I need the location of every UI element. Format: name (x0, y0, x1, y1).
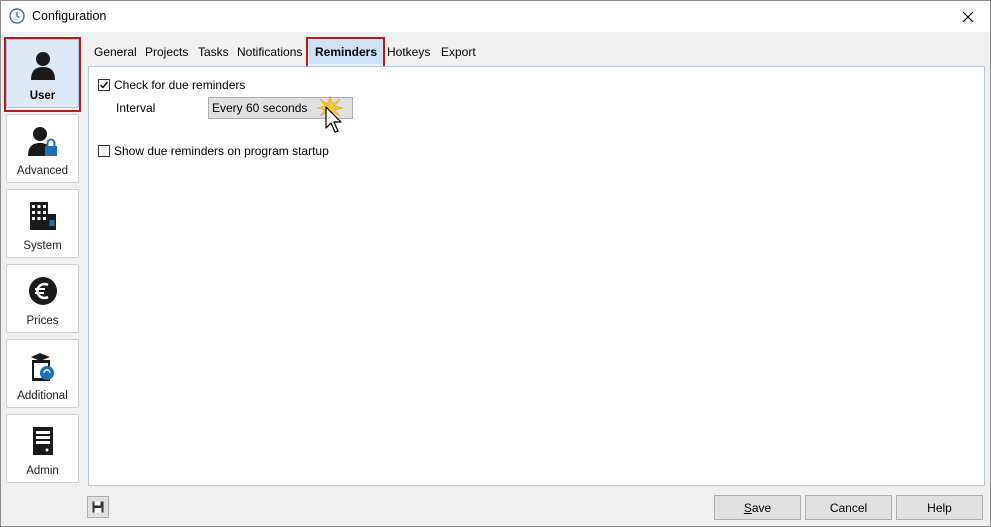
mouse-cursor-click-icon (316, 95, 344, 133)
reminders-panel: Check for due reminders Interval Every 6… (88, 66, 985, 486)
tab-export[interactable]: Export (435, 40, 482, 64)
tab-hotkeys[interactable]: Hotkeys (381, 40, 436, 64)
nav-item-prices[interactable]: Prices (6, 264, 79, 333)
nav-label-advanced: Advanced (16, 165, 69, 177)
title-bar: Configuration (1, 1, 990, 32)
client-area: User Advanced System Prices Additional A… (1, 32, 990, 526)
save-button-label: ave (751, 500, 772, 515)
nav-label-admin: Admin (26, 465, 59, 477)
server-icon (32, 427, 53, 455)
user-lock-icon (27, 127, 57, 156)
floppy-disk-icon (92, 501, 104, 513)
close-button[interactable] (946, 1, 990, 32)
checkmark-icon (100, 81, 109, 89)
nav-item-admin[interactable]: Admin (6, 414, 79, 483)
euro-icon (28, 277, 57, 305)
save-settings-icon-button[interactable] (87, 496, 109, 518)
clock-app-icon (9, 8, 25, 24)
nav-label-additional: Additional (17, 390, 68, 402)
save-button-accelerator: S (743, 500, 752, 515)
window-title: Configuration (32, 9, 107, 23)
nav-label-prices: Prices (26, 315, 59, 327)
show-on-startup-label[interactable]: Show due reminders on program startup (114, 144, 329, 158)
tab-general[interactable]: General (88, 40, 143, 64)
interval-label: Interval (116, 101, 156, 115)
tab-projects[interactable]: Projects (139, 40, 194, 64)
tab-notifications[interactable]: Notifications (231, 40, 308, 64)
nav-user-highlight-frame (4, 37, 81, 112)
check-due-reminders-label[interactable]: Check for due reminders (114, 78, 245, 92)
configuration-window: Configuration User Advanced System Price… (0, 0, 991, 527)
box-plugin-icon (30, 353, 54, 381)
nav-item-advanced[interactable]: Advanced (6, 114, 79, 183)
show-on-startup-checkbox[interactable] (98, 145, 110, 157)
save-button[interactable]: Save (714, 495, 801, 520)
check-due-reminders-checkbox[interactable] (98, 79, 110, 91)
cancel-button[interactable]: Cancel (805, 495, 892, 520)
nav-label-system: System (23, 240, 62, 252)
tab-tasks[interactable]: Tasks (192, 40, 235, 64)
help-button[interactable]: Help (896, 495, 983, 520)
building-icon (29, 202, 56, 230)
nav-item-additional[interactable]: Additional (6, 339, 79, 408)
nav-item-system[interactable]: System (6, 189, 79, 258)
close-icon (962, 11, 974, 22)
